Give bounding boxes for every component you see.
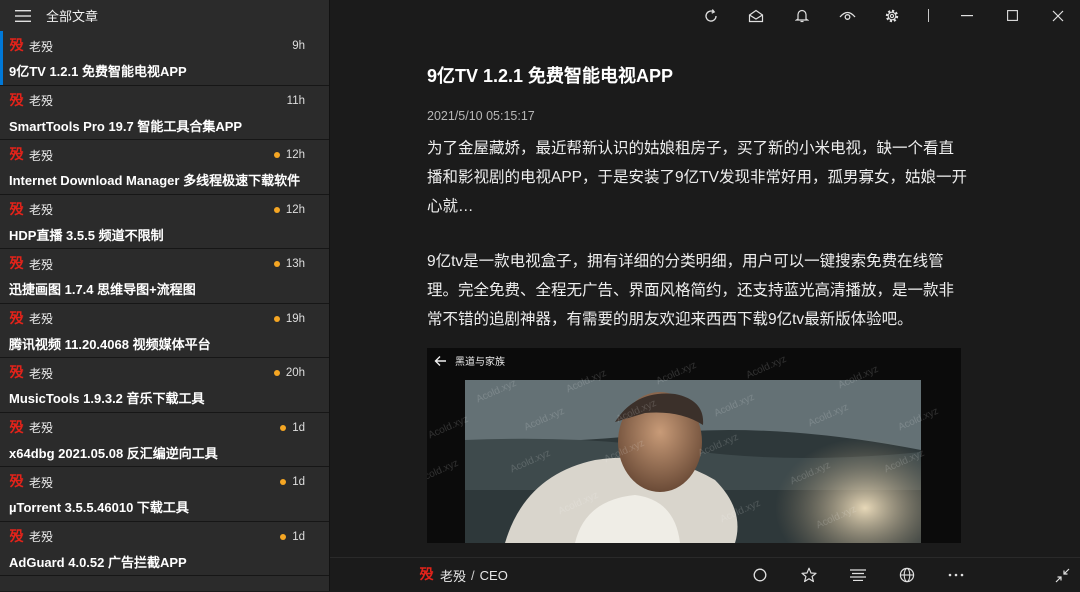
source-logo-icon: 殁 — [9, 310, 24, 327]
unread-dot-icon — [280, 424, 287, 431]
article-list-item[interactable]: 殁老殁 12h HDP直播 3.5.5 频道不限制 — [0, 195, 329, 249]
article-list-item[interactable]: 殁老殁 20h MusicTools 1.9.3.2 音乐下载工具 — [0, 358, 329, 413]
item-title: HDP直播 3.5.5 频道不限制 — [9, 227, 164, 243]
article-list-item[interactable]: 殁老殁 13h 迅捷画图 1.7.4 思维导图+流程图 — [0, 249, 329, 304]
source-name: 老殁 — [29, 530, 54, 544]
watermark-text: Acold.xyz — [744, 353, 789, 382]
notification-bell-icon[interactable] — [784, 0, 820, 31]
sidebar-title: 全部文章 — [46, 9, 99, 24]
close-icon[interactable] — [1040, 0, 1076, 31]
toolbar-divider — [928, 9, 929, 22]
source-logo-icon: 殁 — [9, 419, 24, 436]
article-list-item[interactable]: 殁老殁 11h SmartTools Pro 19.7 智能工具合集APP — [0, 86, 329, 140]
item-time: 12h — [285, 149, 305, 161]
article-content: 9亿TV 1.2.1 免费智能电视APP 2021/5/10 05:15:17 … — [427, 58, 967, 334]
unread-dot-icon — [273, 152, 280, 158]
article-list-pane: 全部文章 殁老殁 9h 9亿TV 1.2.1 免费智能电视APP 殁老殁 11h… — [0, 0, 330, 591]
globe-icon[interactable] — [891, 558, 923, 592]
source-logo-icon: 殁 — [9, 474, 24, 490]
source-logo-icon: 殁 — [9, 256, 24, 272]
item-time: 19h — [285, 312, 305, 325]
article-list-item[interactable]: 殁老殁 1d µTorrent 3.5.5.46010 下载工具 — [0, 467, 329, 522]
watermark-text: Acold.xyz — [427, 457, 461, 486]
item-title: SmartTools Pro 19.7 智能工具合集APP — [9, 118, 243, 134]
collapse-icon[interactable] — [1046, 558, 1078, 592]
unread-dot-icon — [273, 261, 280, 267]
article-list: 殁老殁 9h 9亿TV 1.2.1 免费智能电视APP 殁老殁 11h Smar… — [0, 31, 329, 576]
item-title: MusicTools 1.9.3.2 音乐下载工具 — [9, 391, 205, 406]
item-time: 20h — [285, 367, 305, 379]
sidebar-header: 全部文章 — [0, 0, 329, 31]
article-list-item[interactable]: 殁老殁 12h Internet Download Manager 多线程极速下… — [0, 140, 329, 195]
item-title: µTorrent 3.5.5.46010 下载工具 — [9, 500, 189, 515]
source-name: 老殁 — [29, 39, 54, 54]
item-time: 11h — [286, 94, 305, 107]
source-logo-icon: 殁 — [9, 528, 24, 545]
source-name: 老殁 — [29, 312, 54, 326]
circle-icon[interactable] — [744, 558, 776, 592]
item-time: 9h — [292, 40, 305, 52]
article-paragraph: 为了金屋藏娇，最近帮新认识的姑娘租房子，买了新的小米电视，缺一个看直播和影视剧的… — [427, 140, 967, 215]
source-name: 老殁 — [29, 257, 54, 272]
source-logo-icon: 殁 — [9, 201, 24, 218]
image-caption: 黑道与家族 — [455, 357, 505, 368]
source-logo-icon: 殁 — [9, 365, 24, 381]
hamburger-menu-icon[interactable] — [0, 0, 46, 31]
source-name: 老殁 — [29, 94, 54, 108]
item-time: 1d — [292, 421, 305, 434]
article-list-item[interactable]: 殁老殁 1d AdGuard 4.0.52 广告拦截APP — [0, 522, 329, 576]
article-paragraph: 9亿tv是一款电视盒子，拥有详细的分类明细，用户可以一键搜索免费在线管理。完全免… — [427, 253, 955, 328]
article-list-item[interactable]: 殁老殁 9h 9亿TV 1.2.1 免费智能电视APP — [0, 31, 329, 86]
article-image: 黑道与家族 Acold.xyz Acold.xyz Acold.xyz Acol… — [427, 348, 961, 543]
source-name: 老殁 — [29, 148, 54, 163]
source-name: 老殁 — [29, 421, 54, 435]
more-icon[interactable] — [940, 558, 972, 592]
unread-dot-icon — [273, 370, 280, 376]
watermark-text: Acold.xyz — [427, 413, 471, 442]
author-logo-icon: 殁 — [419, 567, 434, 583]
settings-gear-icon[interactable] — [874, 0, 910, 31]
text-format-icon[interactable] — [842, 558, 874, 592]
author-separator: / — [471, 567, 475, 583]
maximize-icon[interactable] — [994, 0, 1030, 31]
back-arrow-icon — [434, 354, 447, 372]
item-title: Internet Download Manager 多线程极速下载软件 — [9, 173, 301, 188]
item-time: 12h — [285, 203, 305, 216]
article-date: 2021/5/10 05:15:17 — [427, 109, 535, 123]
source-name: 老殁 — [29, 203, 54, 217]
author-role: CEO — [479, 567, 508, 583]
item-time: 13h — [285, 258, 305, 270]
unread-dot-icon — [273, 206, 280, 213]
source-logo-icon: 殁 — [9, 92, 24, 109]
item-title: 迅捷画图 1.7.4 思维导图+流程图 — [9, 282, 196, 297]
unread-dot-icon — [280, 479, 287, 485]
source-logo-icon: 殁 — [9, 38, 24, 54]
refresh-icon[interactable] — [693, 0, 729, 31]
unread-dot-icon — [280, 533, 287, 540]
article-list-item[interactable]: 殁老殁 19h 腾讯视频 11.20.4068 视频媒体平台 — [0, 304, 329, 358]
source-name: 老殁 — [29, 475, 54, 490]
item-time: 1d — [292, 476, 305, 488]
eye-icon[interactable] — [829, 0, 865, 31]
minimize-icon[interactable] — [949, 0, 985, 31]
source-name: 老殁 — [29, 366, 54, 381]
mark-all-read-icon[interactable] — [738, 0, 774, 31]
article-title: 9亿TV 1.2.1 免费智能电视APP — [427, 66, 674, 86]
reading-pane: 9亿TV 1.2.1 免费智能电视APP 2021/5/10 05:15:17 … — [330, 0, 1080, 591]
toolbar — [330, 0, 1080, 31]
item-title: 9亿TV 1.2.1 免费智能电视APP — [9, 64, 187, 79]
unread-dot-icon — [273, 315, 280, 322]
item-title: x64dbg 2021.05.08 反汇编逆向工具 — [9, 445, 218, 461]
star-icon[interactable] — [793, 558, 825, 592]
item-title: AdGuard 4.0.52 广告拦截APP — [9, 554, 187, 570]
source-logo-icon: 殁 — [9, 147, 24, 163]
item-time: 1d — [292, 530, 305, 543]
article-list-item[interactable]: 殁老殁 1d x64dbg 2021.05.08 反汇编逆向工具 — [0, 413, 329, 467]
item-title: 腾讯视频 11.20.4068 视频媒体平台 — [9, 336, 211, 352]
article-footer-bar: 殁 老殁 / CEO — [330, 557, 1080, 592]
author-name: 老殁 — [440, 568, 467, 584]
author-info: 殁 老殁 / CEO — [419, 558, 508, 592]
